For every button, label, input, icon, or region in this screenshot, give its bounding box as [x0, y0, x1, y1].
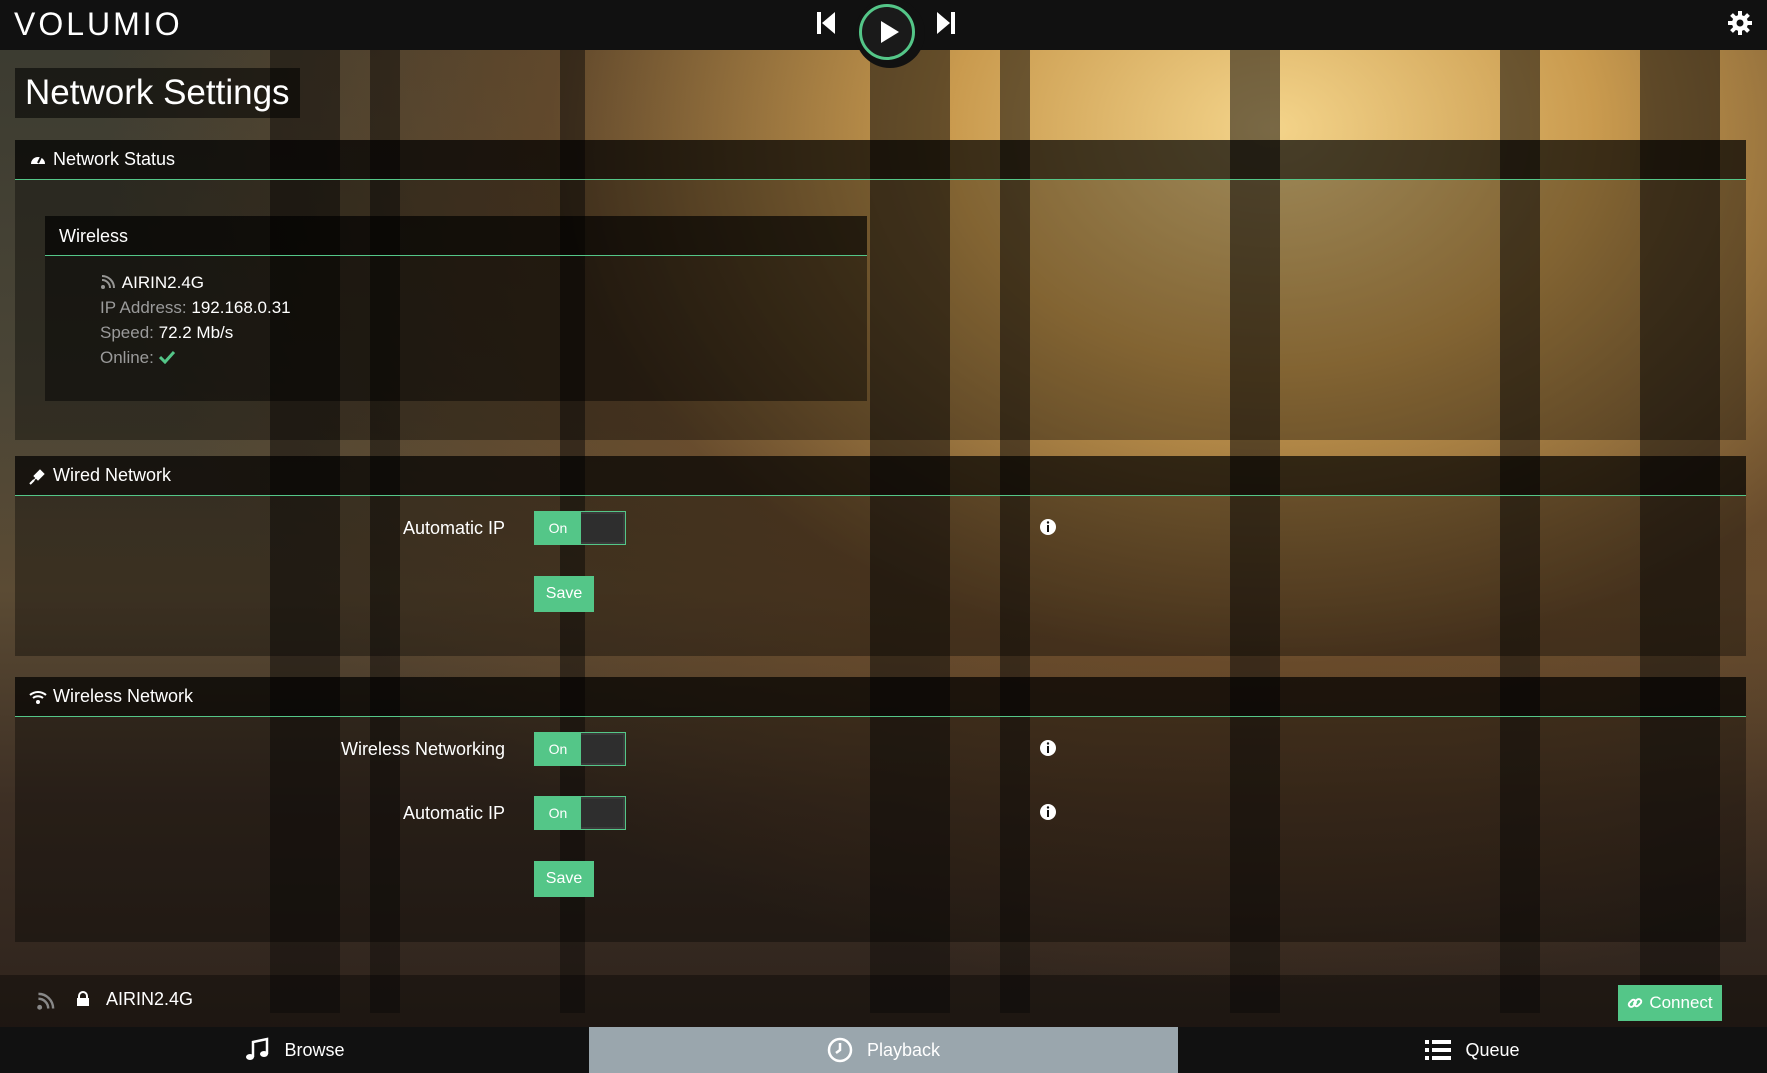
toggle-knob [581, 735, 623, 763]
info-icon[interactable] [1039, 803, 1057, 821]
toggle-state: On [535, 797, 581, 829]
wired-automatic-ip-toggle[interactable]: On [534, 511, 626, 545]
wireless-save-button[interactable]: Save [534, 861, 594, 897]
skip-previous-icon [817, 12, 835, 34]
page-title: Network Settings [15, 68, 300, 118]
transport-controls [815, 0, 975, 68]
wired-network-header: Wired Network [15, 456, 1746, 496]
signal-icon [101, 275, 115, 289]
gear-icon [1728, 11, 1752, 35]
wireless-status-card: Wireless AIRIN2.4G IP Address: 192.168.0… [45, 216, 867, 401]
clock-icon [827, 1037, 853, 1063]
section-title: Network Status [53, 149, 176, 169]
connect-label: Connect [1649, 993, 1713, 1012]
ip-row: IP Address: 192.168.0.31 [100, 295, 867, 320]
info-icon[interactable] [1039, 518, 1057, 536]
volumio-logo: VOLUMIO [14, 6, 183, 42]
wireless-automatic-ip-label: Automatic IP [402, 803, 505, 823]
plug-icon [29, 468, 45, 485]
toggle-state: On [535, 512, 581, 544]
section-title: Wireless Network [53, 686, 194, 706]
wired-save-button[interactable]: Save [534, 576, 594, 612]
top-bar: VOLUMIO [0, 0, 1767, 68]
toggle-knob [581, 514, 623, 542]
tab-label: Playback [866, 1039, 941, 1060]
settings-button[interactable] [1727, 10, 1753, 36]
tab-queue[interactable]: Queue [1178, 1027, 1767, 1073]
tab-playback[interactable]: Playback [589, 1027, 1178, 1073]
online-label: Online: [100, 348, 154, 367]
wifi-icon [29, 690, 47, 704]
speed-label: Speed: [100, 323, 154, 342]
wireless-status-details: AIRIN2.4G IP Address: 192.168.0.31 Speed… [45, 256, 867, 370]
wireless-networking-label: Wireless Networking [340, 739, 505, 759]
check-icon [158, 350, 175, 365]
wired-network-section: Wired Network [15, 456, 1746, 656]
ssid-row: AIRIN2.4G [100, 270, 867, 295]
music-note-icon [246, 1037, 269, 1060]
tab-browse[interactable]: Browse [0, 1027, 589, 1073]
ip-value: 192.168.0.31 [191, 298, 291, 317]
wireless-networking-toggle[interactable]: On [534, 732, 626, 766]
tab-label: Queue [1465, 1039, 1520, 1060]
section-title: Wired Network [53, 465, 172, 485]
speed-value: 72.2 Mb/s [158, 323, 234, 342]
bottom-navigation: Browse Playback Queue [0, 1027, 1767, 1073]
online-row: Online: [100, 345, 867, 370]
signal-icon [37, 992, 55, 1010]
wifi-network-list-item[interactable]: AIRIN2.4G Connect [0, 975, 1767, 1027]
play-icon [881, 21, 899, 43]
ssid-value: AIRIN2.4G [121, 273, 204, 292]
wireless-automatic-ip-toggle[interactable]: On [534, 796, 626, 830]
info-icon[interactable] [1039, 739, 1057, 757]
connect-button[interactable]: Connect [1618, 985, 1722, 1021]
skip-next-icon [937, 12, 955, 34]
toggle-knob [581, 799, 623, 827]
wired-automatic-ip-label: Automatic IP [402, 518, 505, 538]
play-button[interactable] [859, 4, 915, 60]
network-status-header: Network Status [15, 140, 1746, 180]
wireless-network-header: Wireless Network [15, 677, 1746, 717]
tab-label: Browse [284, 1039, 345, 1060]
list-icon [1425, 1040, 1452, 1060]
next-button[interactable] [935, 10, 957, 36]
link-icon [1628, 998, 1643, 1008]
dashboard-icon [31, 156, 45, 164]
wireless-card-title: Wireless [45, 216, 867, 256]
ip-label: IP Address: [100, 298, 187, 317]
lock-icon [77, 991, 89, 1006]
wifi-ssid: AIRIN2.4G [106, 989, 194, 1009]
toggle-state: On [535, 733, 581, 765]
speed-row: Speed: 72.2 Mb/s [100, 320, 867, 345]
previous-button[interactable] [815, 10, 837, 36]
